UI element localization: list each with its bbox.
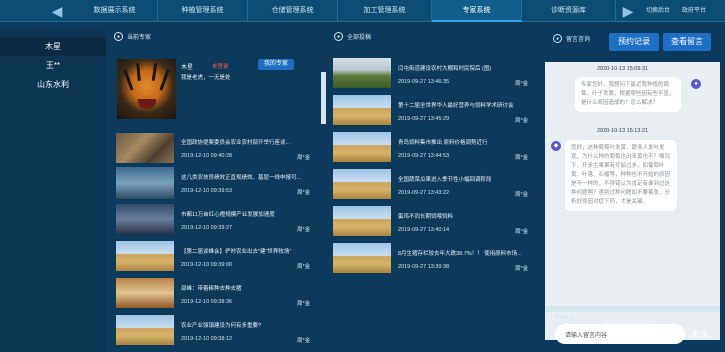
report-item-author: 周*金 — [515, 118, 529, 124]
tab-processing[interactable]: 加工管理系统 — [338, 0, 432, 22]
expert-item-author: 周*金 — [297, 190, 311, 196]
report-item-thumb — [333, 58, 391, 88]
tab-data-display[interactable]: 数据展示系统 — [72, 0, 158, 22]
windows-watermark-subtitle: 转到"设置"以激活 Windows。 — [602, 330, 681, 336]
expert-item-title[interactable]: 全国政协提案委员会农业农村部开举行座谈... — [181, 138, 290, 146]
reports-panel-title: 全部投稿 — [347, 35, 372, 41]
report-item-title[interactable]: 第十二届全世界华人最好营养与饲料学术研讨会 — [398, 101, 514, 109]
report-item-thumb — [333, 132, 391, 162]
view-messages-button[interactable]: 查看留言 — [663, 33, 711, 51]
expert-item-title[interactable]: 邵峰：带着耕种去种去猪 — [181, 284, 242, 292]
user-avatar-icon: ● — [691, 79, 701, 89]
reports-panel-header: ● 全部投稿 — [334, 32, 371, 41]
expert-name: 木星 — [181, 65, 194, 71]
experts-panel-header: ● 当前专家 — [114, 32, 151, 41]
report-item-author: 周*金 — [515, 155, 529, 161]
expert-item-time: 2019-12-10 09:39:27 — [181, 225, 233, 231]
expert-item-thumb — [116, 204, 174, 234]
expert-item-thumb — [116, 133, 174, 163]
chat-panel-title: 留言咨询 — [566, 37, 591, 43]
report-item-title[interactable]: 全国蔬菜瓜果进入季节性小幅回调阶段 — [398, 175, 492, 183]
sidebar: 木星 王** 山东水利 — [0, 30, 106, 352]
message-time: 2020-10-13 15:13:21 — [597, 128, 649, 134]
chat-horizontal-scrollbar[interactable] — [545, 306, 720, 312]
tab-planting[interactable]: 种植管理系统 — [158, 0, 248, 22]
experts-panel-title: 当前专家 — [127, 35, 152, 41]
report-item-title[interactable]: 蛋鸡不同长期饲喂饲料 — [398, 212, 453, 220]
report-item-time: 2019-09-27 13:40:14 — [398, 227, 450, 233]
report-item-author: 周*金 — [515, 192, 529, 198]
expert-item-title[interactable]: 这几类农技员绩效正直规绩效、基层一线申报可... — [181, 173, 301, 181]
report-item-title[interactable]: 8月生猪存栏较去年大跌38.7%！！ 使用原料市场... — [398, 249, 522, 257]
expert-item-title[interactable]: 【第二届谈峰会】俨时农业出去"建"世界牧场" — [181, 247, 291, 255]
expert-item-author: 周*金 — [297, 264, 311, 270]
top-nav: ◀ 数据展示系统 种植管理系统 仓储管理系统 加工管理系统 专家系统 诊断资源库… — [0, 0, 725, 22]
expert-status: 未登录 — [212, 64, 229, 70]
nav-next-icon[interactable]: ▶ — [620, 3, 636, 19]
expert-item-time: 2019-12-10 09:39:53 — [181, 188, 233, 194]
report-item-title[interactable]: 闫屯街道建设农村大棚和村民院后 (图) — [398, 64, 491, 72]
report-item-title[interactable]: 青岛饲料集市推出 原料价格调势近行 — [398, 138, 488, 146]
chat-icon: ● — [553, 34, 562, 43]
expert-bio: 我是老虎，一无是处 — [181, 75, 231, 81]
expert-item-time: 2019-12-10 09:38:36 — [181, 299, 233, 305]
report-item-time: 2019-09-27 13:45:29 — [398, 116, 450, 122]
expert-avatar-icon: ◆ — [551, 141, 561, 151]
expert-item-thumb — [116, 278, 174, 308]
report-item-time: 2019-09-27 13:46:35 — [398, 79, 450, 85]
document-icon: ● — [334, 32, 343, 41]
chat-panel: ● 留言咨询 预约记录 查看留言 2020-10-13 15:09:31 专家您… — [545, 28, 725, 352]
expert-item-author: 周*金 — [297, 338, 311, 344]
expert-item-author: 周*金 — [297, 227, 311, 233]
expert-avatar-tiger — [117, 59, 176, 119]
my-expert-button[interactable]: 我的专家 — [258, 59, 294, 70]
expert-item-time: 2019-12-10 09:38:12 — [181, 336, 233, 342]
send-button[interactable]: 发送 — [692, 329, 708, 340]
expert-item-time: 2019-12-10 09:39:00 — [181, 262, 233, 268]
report-item-time: 2019-09-27 13:44:53 — [398, 153, 450, 159]
report-item-author: 周*金 — [515, 229, 529, 235]
report-item-time: 2019-09-27 13:43:22 — [398, 190, 450, 196]
nav-prev-icon[interactable]: ◀ — [49, 3, 65, 19]
expert-item-thumb — [116, 167, 174, 199]
message-bubble-user: 专家您好，我想问下最近我种植的葡萄，叶子发黄，根据哪些因有些不显，是什么原因造成… — [575, 77, 681, 112]
report-item-time: 2019-09-27 13:39:38 — [398, 264, 450, 270]
expert-item-title[interactable]: 市都11万亩红心橙规模产业发展加速度 — [181, 210, 275, 218]
chat-panel-header: ● 留言咨询 — [553, 34, 590, 43]
sidebar-item-shandong[interactable]: 山东水利 — [0, 75, 106, 94]
report-item-author: 周*金 — [515, 266, 529, 272]
expert-item-title[interactable]: 农业产业强镇建设为何有多重要? — [181, 321, 261, 329]
expert-item-author: 周*金 — [297, 155, 311, 161]
expert-item-thumb — [116, 315, 174, 345]
expert-item-thumb — [116, 241, 174, 271]
chat-message-area[interactable]: 2020-10-13 15:09:31 专家您好，我想问下最近我种植的葡萄，叶子… — [545, 62, 720, 340]
tab-expert-system[interactable]: 专家系统 — [432, 0, 522, 22]
tab-diagnosis-library[interactable]: 诊断资源库 — [522, 0, 616, 22]
switch-backend-link[interactable]: 切换后台 — [646, 0, 670, 22]
message-time: 2020-10-13 15:09:31 — [597, 66, 649, 72]
gov-platform-link[interactable]: 政府平台 — [682, 0, 706, 22]
report-item-thumb — [333, 206, 391, 236]
sidebar-item-muxing[interactable]: 木星 — [0, 37, 106, 56]
expert-scrollbar[interactable] — [321, 72, 326, 124]
app-root: ◀ 数据展示系统 种植管理系统 仓储管理系统 加工管理系统 专家系统 诊断资源库… — [0, 0, 725, 352]
report-item-thumb — [333, 243, 391, 273]
report-item-thumb — [333, 95, 391, 125]
expert-item-author: 周*金 — [297, 301, 311, 307]
message-bubble-expert: 您好，这种葡萄叶发黄，跟多人发叶发现，为什么种的葡萄这出来黄也不？情况下，开多生… — [565, 140, 677, 211]
sidebar-item-wang[interactable]: 王** — [0, 56, 106, 75]
expert-item-time: 2019-12-10 09:40:28 — [181, 153, 233, 159]
report-item-thumb — [333, 169, 391, 199]
user-icon: ● — [114, 32, 123, 41]
appointment-records-button[interactable]: 预约记录 — [609, 33, 659, 51]
message-input-placeholder: 请输入留言内容 — [565, 333, 608, 339]
chat-scroll-label: 其他信息 — [555, 315, 576, 321]
tab-storage[interactable]: 仓储管理系统 — [248, 0, 338, 22]
report-item-author: 周*金 — [515, 81, 529, 87]
